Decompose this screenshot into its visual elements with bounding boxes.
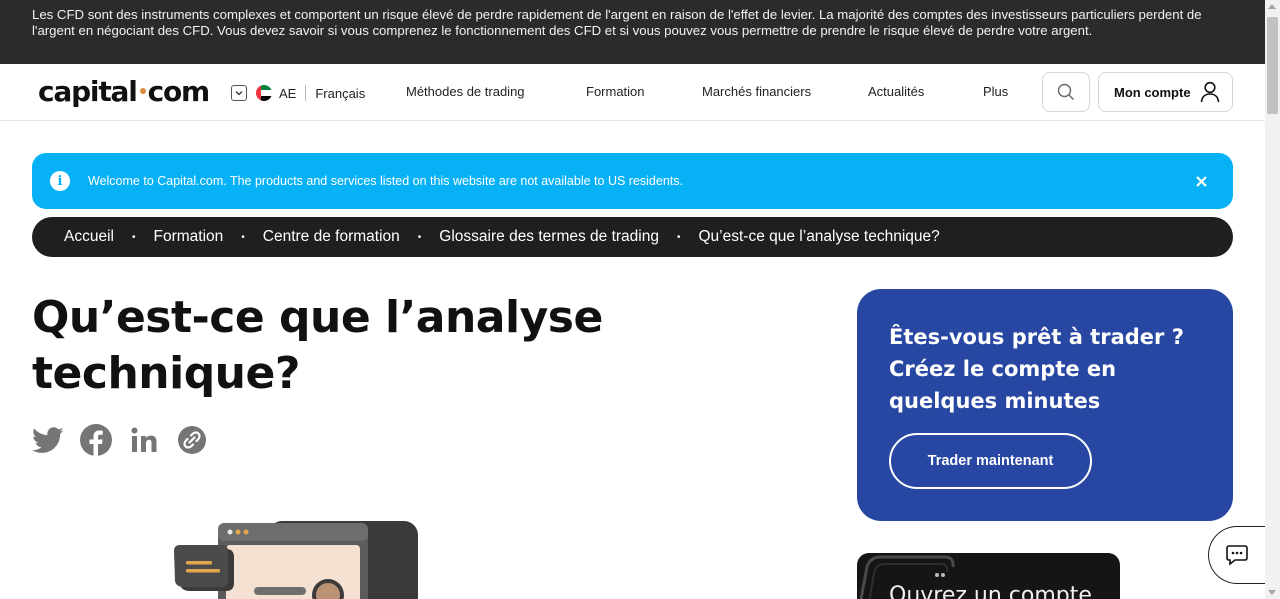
user-icon: [1200, 81, 1219, 103]
copy-link-icon[interactable]: [176, 424, 208, 456]
chevron-down-icon[interactable]: [231, 85, 247, 101]
page-title: Qu’est-ce que l’analyse technique?: [32, 292, 603, 399]
article-illustration: [170, 515, 430, 599]
cta-heading: Êtes-vous prêt à trader ? Créez le compt…: [889, 325, 1184, 413]
capital-logo[interactable]: capital com: [38, 75, 211, 108]
logo-dot: [139, 87, 146, 94]
region-language-selector[interactable]: AE Français: [231, 83, 365, 103]
search-icon: [1057, 83, 1074, 100]
breadcrumb-item-formation[interactable]: Formation: [153, 228, 223, 246]
logo-text-left: capital: [38, 75, 138, 108]
my-account-button[interactable]: Mon compte: [1098, 72, 1233, 112]
breadcrumb-item-current: Qu’est-ce que l’analyse technique?: [698, 228, 940, 245]
risk-warning-text: Les CFD sont des instruments complexes e…: [32, 7, 1202, 38]
us-residents-notice: i Welcome to Capital.com. The products a…: [32, 153, 1233, 209]
cta-card: Êtes-vous prêt à trader ? Créez le compt…: [857, 289, 1233, 521]
nav-financial-markets[interactable]: Marchés financiers: [702, 84, 811, 99]
breadcrumb-item-home[interactable]: Accueil: [64, 228, 114, 246]
breadcrumb: Accueil • Formation • Centre de formatio…: [32, 217, 1233, 257]
scroll-up-arrow-icon[interactable]: [1268, 4, 1276, 9]
facebook-icon[interactable]: [80, 424, 112, 456]
info-icon: i: [50, 171, 70, 191]
open-account-card[interactable]: Ouvrez un compte: [857, 553, 1120, 599]
close-icon[interactable]: [1191, 171, 1211, 191]
language-label[interactable]: Français: [315, 86, 365, 101]
page-scrollbar[interactable]: [1265, 0, 1280, 599]
scroll-down-arrow-icon[interactable]: [1268, 590, 1276, 595]
linkedin-icon[interactable]: [128, 424, 160, 456]
trade-now-button[interactable]: Trader maintenant: [889, 433, 1092, 489]
chat-icon: [1226, 545, 1248, 566]
breadcrumb-separator: •: [417, 231, 422, 243]
region-code: AE: [279, 85, 297, 101]
notice-text: Welcome to Capital.com. The products and…: [88, 174, 683, 188]
nav-formation[interactable]: Formation: [586, 84, 645, 99]
share-buttons: [32, 424, 224, 456]
open-account-text: Ouvrez un compte: [889, 583, 1092, 599]
risk-warning-banner: Les CFD sont des instruments complexes e…: [0, 0, 1265, 64]
nav-more[interactable]: Plus: [983, 84, 1008, 99]
uae-flag-icon: [256, 85, 272, 101]
breadcrumb-item-glossary[interactable]: Glossaire des termes de trading: [439, 228, 659, 246]
twitter-icon[interactable]: [32, 424, 64, 456]
breadcrumb-separator: •: [131, 231, 136, 243]
my-account-label: Mon compte: [1114, 84, 1191, 100]
page: Les CFD sont des instruments complexes e…: [0, 0, 1280, 599]
breadcrumb-separator: •: [241, 231, 245, 243]
logo-text-right: com: [147, 75, 211, 108]
breadcrumb-separator: •: [676, 231, 681, 243]
search-button[interactable]: [1042, 72, 1090, 112]
nav-trading-methods[interactable]: Méthodes de trading: [406, 84, 525, 99]
nav-news[interactable]: Actualités: [868, 84, 924, 99]
region-divider: [305, 85, 307, 101]
breadcrumb-item-learning-center[interactable]: Centre de formation: [263, 228, 400, 246]
site-header: capital com AE Français Méthodes de tradi…: [0, 64, 1265, 121]
scrollbar-thumb[interactable]: [1267, 17, 1278, 114]
